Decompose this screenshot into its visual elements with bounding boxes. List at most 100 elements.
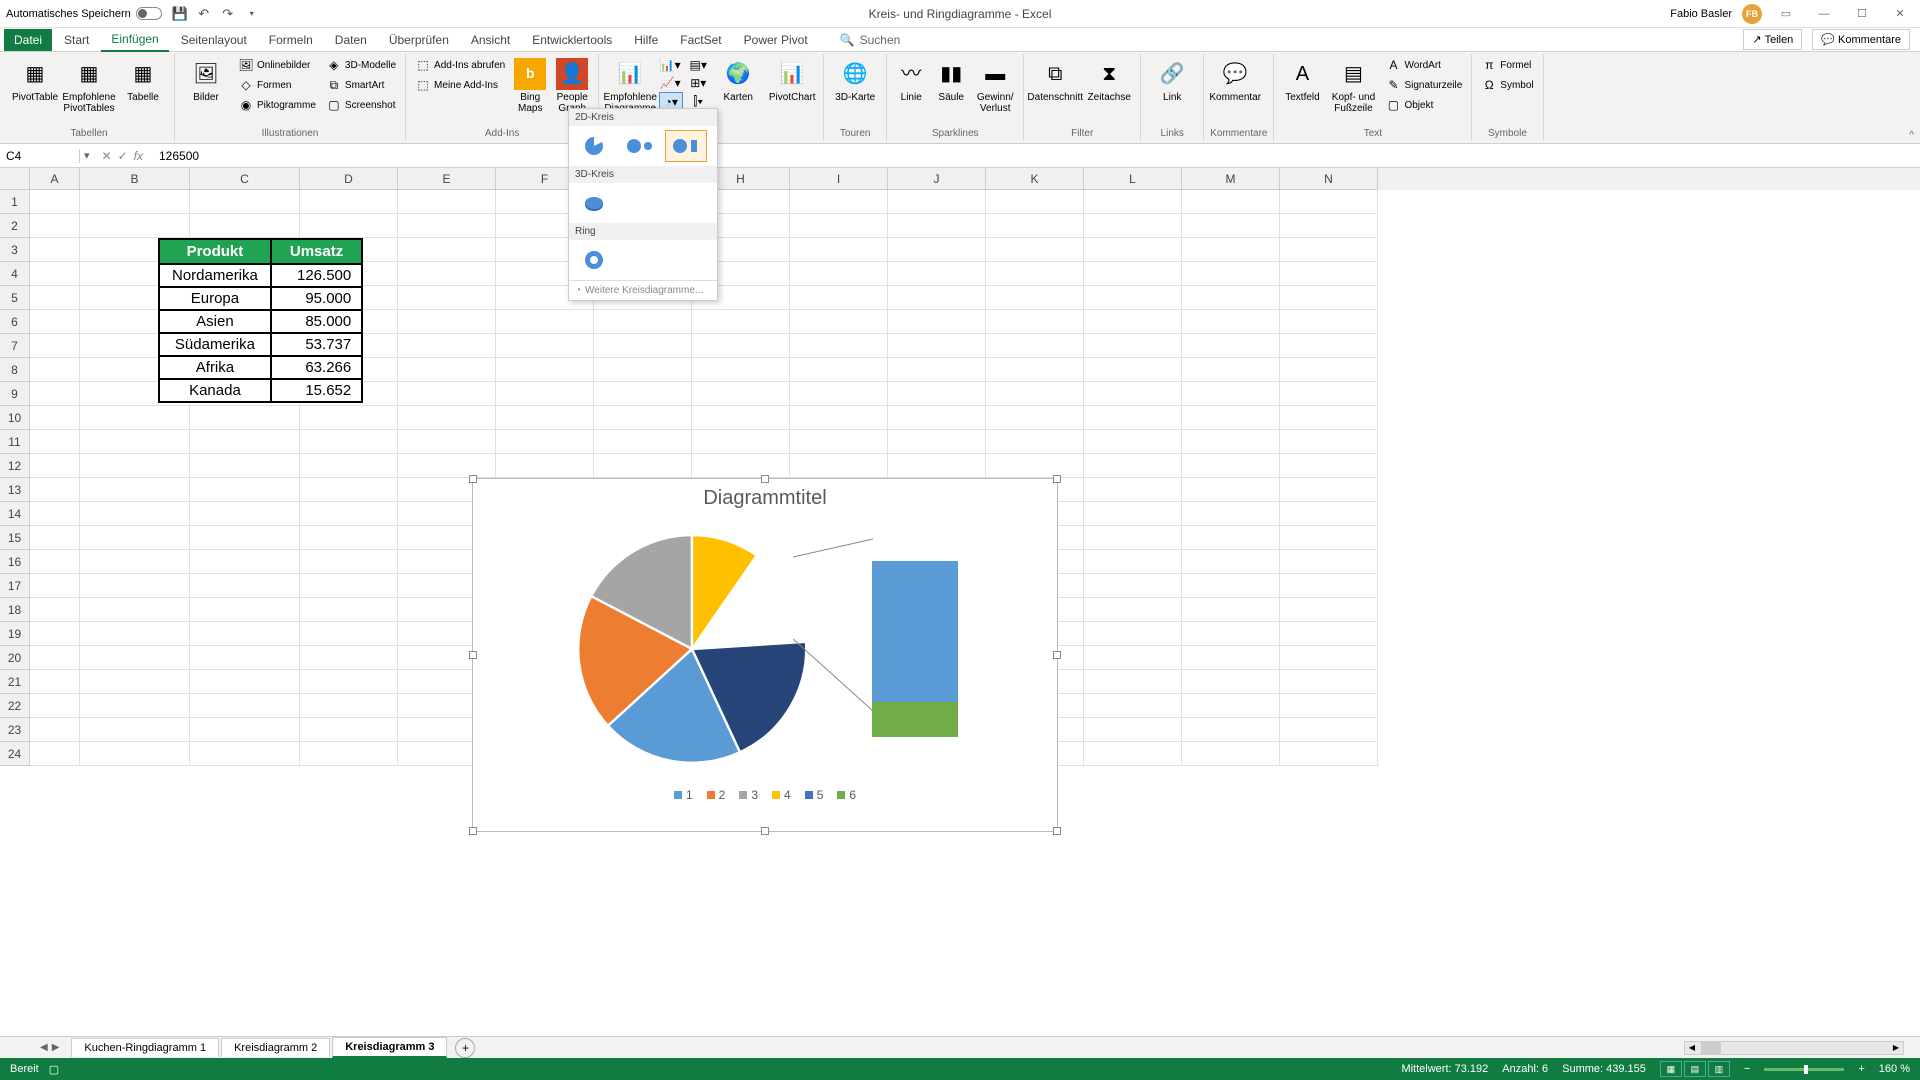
column-header[interactable]: A <box>30 168 80 190</box>
enter-formula-icon[interactable]: ✓ <box>118 149 128 163</box>
tab-formeln[interactable]: Formeln <box>259 29 323 51</box>
pie-chart[interactable] <box>572 529 812 769</box>
fx-icon[interactable]: fx <box>134 149 143 163</box>
table-cell[interactable]: 95.000 <box>271 287 362 310</box>
tell-me-search[interactable]: 🔍 Suchen <box>840 33 901 47</box>
row-header[interactable]: 8 <box>0 358 30 382</box>
row-header[interactable]: 14 <box>0 502 30 526</box>
datenschnitt-button[interactable]: ⧉Datenschnitt <box>1030 56 1080 105</box>
zoom-level[interactable]: 160 % <box>1879 1063 1910 1075</box>
row-header[interactable]: 13 <box>0 478 30 502</box>
sheet-nav-next-icon[interactable]: ▶ <box>52 1042 60 1053</box>
tab-entwicklertools[interactable]: Entwicklertools <box>522 29 622 51</box>
textfeld-button[interactable]: ATextfeld <box>1280 56 1324 105</box>
bar-of-pie-option[interactable] <box>665 130 707 162</box>
select-all-corner[interactable] <box>0 168 30 190</box>
pivottable-button[interactable]: ▦PivotTable <box>10 56 60 105</box>
more-pie-charts[interactable]: ◔ Weitere Kreisdiagramme... <box>569 280 717 300</box>
karten-button[interactable]: 🌍Karten <box>713 56 763 105</box>
macro-record-icon[interactable]: ▢ <box>49 1063 59 1076</box>
bing-maps-button[interactable]: bBing Maps <box>512 56 548 116</box>
tab-ueberpruefen[interactable]: Überprüfen <box>379 29 459 51</box>
objekt-button[interactable]: ▢Objekt <box>1382 96 1465 114</box>
column-header[interactable]: B <box>80 168 190 190</box>
column-header[interactable]: M <box>1182 168 1280 190</box>
signaturzeile-button[interactable]: ✎Signaturzeile <box>1382 76 1465 94</box>
row-header[interactable]: 4 <box>0 262 30 286</box>
name-box-arrow-icon[interactable]: ▾ <box>80 149 94 162</box>
row-header[interactable]: 18 <box>0 598 30 622</box>
formula-input[interactable]: 126500 <box>151 149 1920 163</box>
view-normal-icon[interactable]: ▦ <box>1660 1061 1682 1077</box>
row-header[interactable]: 2 <box>0 214 30 238</box>
row-header[interactable]: 23 <box>0 718 30 742</box>
table-cell[interactable]: Kanada <box>159 379 271 402</box>
3d-modelle-button[interactable]: ◈3D-Modelle <box>323 56 399 74</box>
view-page-icon[interactable]: ▤ <box>1684 1061 1706 1077</box>
3d-karte-button[interactable]: 🌐3D-Karte <box>830 56 880 105</box>
save-icon[interactable]: 💾 <box>172 6 188 22</box>
table-cell[interactable]: Nordamerika <box>159 264 271 287</box>
empf-diagramme-button[interactable]: 📊Empfohlene Diagramme <box>605 56 655 116</box>
view-break-icon[interactable]: ▥ <box>1708 1061 1730 1077</box>
wordart-button[interactable]: AWordArt <box>1382 56 1465 74</box>
row-header[interactable]: 3 <box>0 238 30 262</box>
sheet-tab[interactable]: Kreisdiagramm 2 <box>221 1038 330 1057</box>
tab-factset[interactable]: FactSet <box>670 29 731 51</box>
table-cell[interactable]: Asien <box>159 310 271 333</box>
row-header[interactable]: 22 <box>0 694 30 718</box>
column-header[interactable]: E <box>398 168 496 190</box>
column-header[interactable]: I <box>790 168 888 190</box>
row-header[interactable]: 6 <box>0 310 30 334</box>
column-header[interactable]: D <box>300 168 398 190</box>
row-header[interactable]: 5 <box>0 286 30 310</box>
qat-dropdown-icon[interactable]: ▾ <box>244 6 260 22</box>
autosave-toggle[interactable]: Automatisches Speichern <box>6 7 162 20</box>
minimize-icon[interactable]: — <box>1810 4 1838 24</box>
pie-3d-option[interactable] <box>573 187 615 219</box>
tab-powerpivot[interactable]: Power Pivot <box>734 29 818 51</box>
tab-datei[interactable]: Datei <box>4 29 52 51</box>
row-header[interactable]: 24 <box>0 742 30 766</box>
cancel-formula-icon[interactable]: ✕ <box>102 149 112 163</box>
row-header[interactable]: 21 <box>0 670 30 694</box>
piktogramme-button[interactable]: ◉Piktogramme <box>235 96 319 114</box>
chart-bar-icon[interactable]: 📊▾ <box>659 56 683 74</box>
tab-ansicht[interactable]: Ansicht <box>461 29 520 51</box>
row-header[interactable]: 7 <box>0 334 30 358</box>
redo-icon[interactable]: ↷ <box>220 6 236 22</box>
row-header[interactable]: 9 <box>0 382 30 406</box>
pivotchart-button[interactable]: 📊PivotChart <box>767 56 817 105</box>
zoom-slider[interactable] <box>1764 1068 1844 1071</box>
screenshot-button[interactable]: ▢Screenshot <box>323 96 399 114</box>
zeitachse-button[interactable]: ⧗Zeitachse <box>1084 56 1134 105</box>
collapse-ribbon-icon[interactable]: ^ <box>1909 130 1914 141</box>
formen-button[interactable]: ◇Formen <box>235 76 319 94</box>
chart-legend[interactable]: 1 2 3 4 5 6 <box>473 784 1057 806</box>
column-header[interactable]: K <box>986 168 1084 190</box>
row-header[interactable]: 17 <box>0 574 30 598</box>
share-button[interactable]: ↗Teilen <box>1743 29 1802 50</box>
row-header[interactable]: 20 <box>0 646 30 670</box>
undo-icon[interactable]: ↶ <box>196 6 212 22</box>
sparkline-gewinn-button[interactable]: ▬Gewinn/ Verlust <box>973 56 1017 116</box>
zoom-in-icon[interactable]: + <box>1858 1063 1864 1075</box>
chart-title[interactable]: Diagrammtitel <box>473 479 1057 514</box>
row-header[interactable]: 10 <box>0 406 30 430</box>
comments-button[interactable]: 💬Kommentare <box>1812 29 1910 50</box>
table-cell[interactable]: 53.737 <box>271 333 362 356</box>
pie-2d-option[interactable] <box>573 130 615 162</box>
toggle-switch[interactable] <box>136 7 162 20</box>
meine-addins-button[interactable]: ⬚Meine Add-Ins <box>412 76 508 94</box>
chart-hier-icon[interactable]: ▤▾ <box>687 56 709 74</box>
tab-einfuegen[interactable]: Einfügen <box>101 28 168 52</box>
table-cell[interactable]: 126.500 <box>271 264 362 287</box>
people-graph-button[interactable]: 👤People Graph <box>552 56 592 116</box>
kommentar-button[interactable]: 💬Kommentar <box>1210 56 1260 105</box>
chart-stat-icon[interactable]: ⊞▾ <box>687 74 709 92</box>
avatar[interactable]: FB <box>1742 4 1762 24</box>
row-header[interactable]: 19 <box>0 622 30 646</box>
doughnut-option[interactable] <box>573 244 615 276</box>
smartart-button[interactable]: ⧉SmartArt <box>323 76 399 94</box>
tab-start[interactable]: Start <box>54 29 99 51</box>
